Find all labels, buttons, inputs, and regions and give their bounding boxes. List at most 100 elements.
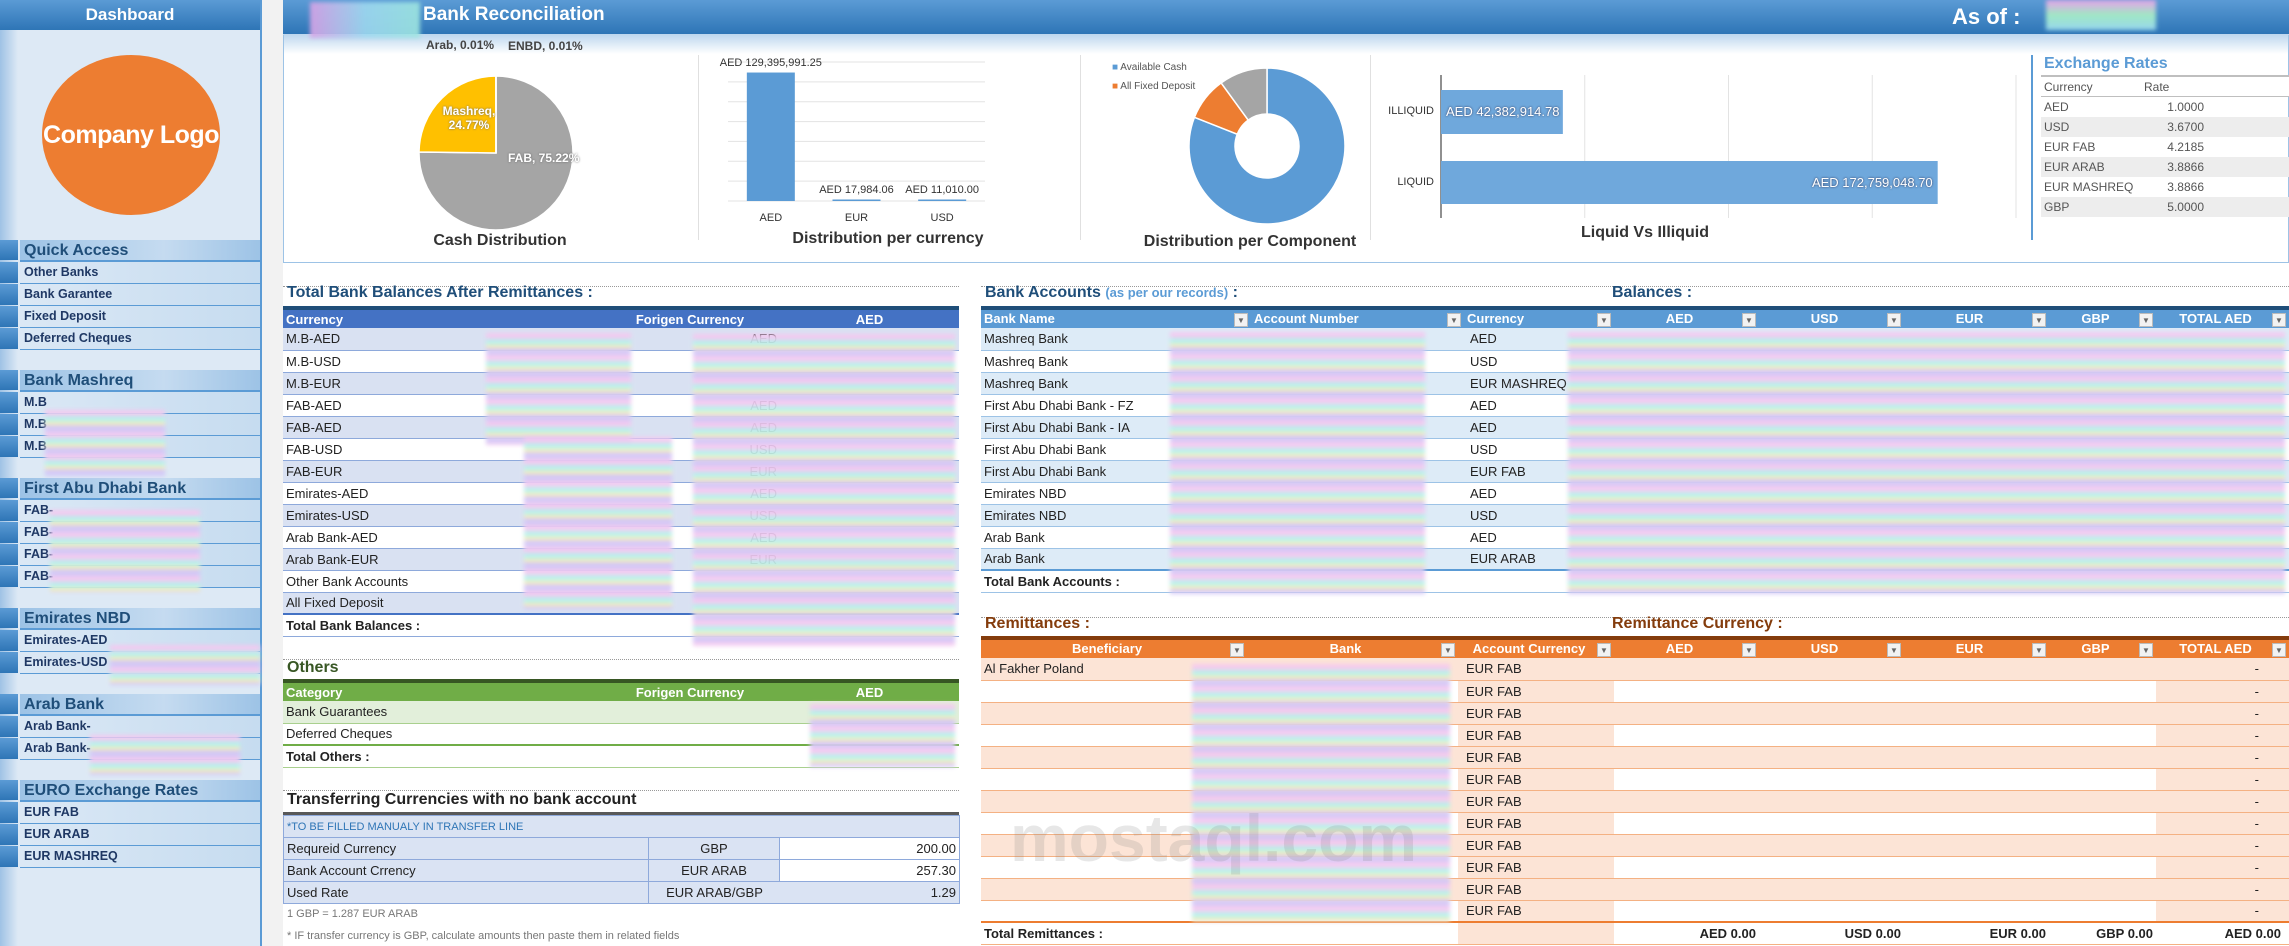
remittance-amount[interactable]	[1904, 856, 2049, 879]
col-eur[interactable]: EUR ▼	[1904, 636, 2049, 658]
remittance-amount[interactable]	[2049, 856, 2156, 879]
filter-dropdown-icon[interactable]: ▼	[1447, 313, 1461, 327]
remittance-amount[interactable]	[2049, 746, 2156, 769]
column-label: Account Currency	[1472, 641, 1586, 656]
remittance-amount[interactable]	[1759, 680, 1904, 703]
remittance-amount[interactable]	[1614, 724, 1759, 747]
remittance-amount[interactable]	[2049, 878, 2156, 901]
col-beneficiary[interactable]: Beneficiary ▼	[981, 636, 1247, 658]
remittance-amount[interactable]	[2049, 724, 2156, 747]
filter-dropdown-icon[interactable]: ▼	[1597, 313, 1611, 327]
remittance-amount[interactable]	[1904, 900, 2049, 923]
filter-dropdown-icon[interactable]: ▼	[1597, 643, 1611, 657]
remittance-amount[interactable]	[2049, 812, 2156, 835]
col-bank[interactable]: Bank ▼	[1247, 636, 1458, 658]
remittance-amount[interactable]	[1904, 680, 2049, 703]
remittance-amount[interactable]	[1904, 834, 2049, 857]
remittance-amount[interactable]	[1759, 812, 1904, 835]
remittance-amount[interactable]	[1904, 768, 2049, 791]
filter-dropdown-icon[interactable]: ▼	[2032, 313, 2046, 327]
remittance-amount[interactable]	[1759, 658, 1904, 681]
col-bank-name[interactable]: Bank Name ▼	[981, 306, 1251, 328]
legend-swatch: ■	[1112, 62, 1119, 73]
remittance-amount[interactable]	[1614, 790, 1759, 813]
filter-dropdown-icon[interactable]: ▼	[1887, 313, 1901, 327]
remittance-amount[interactable]	[2049, 900, 2156, 923]
used-rate: EUR ARAB/GBP 1.29	[648, 881, 960, 904]
remittance-amount[interactable]	[1614, 768, 1759, 791]
filter-dropdown-icon[interactable]: ▼	[1742, 313, 1756, 327]
remittance-amount[interactable]	[1904, 658, 2049, 681]
transfer-amount[interactable]: 200.00	[779, 837, 960, 860]
sidebar-link[interactable]: Bank Garantee	[0, 284, 260, 306]
remittance-amount[interactable]	[2049, 790, 2156, 813]
sidebar: Dashboard Company Logo Quick Access Other…	[0, 0, 262, 946]
col-usd[interactable]: USD ▼	[1759, 306, 1904, 328]
sidebar-link[interactable]: Deferred Cheques	[0, 328, 260, 350]
remittance-amount[interactable]	[1904, 790, 2049, 813]
remittance-amount[interactable]	[1759, 856, 1904, 879]
remittance-amount[interactable]	[1759, 834, 1904, 857]
col-total-aed[interactable]: TOTAL AED ▼	[2156, 636, 2289, 658]
col-aed[interactable]: AED ▼	[1614, 306, 1759, 328]
sidebar-link[interactable]: Other Banks	[0, 262, 260, 284]
remittance-amount[interactable]	[1614, 856, 1759, 879]
total-aed: -	[2156, 680, 2289, 703]
remittance-amount[interactable]	[1614, 900, 1759, 923]
filter-dropdown-icon[interactable]: ▼	[1234, 313, 1248, 327]
remittance-amount[interactable]	[1759, 900, 1904, 923]
remittance-amount[interactable]	[1614, 834, 1759, 857]
legend-swatch: ■	[1112, 81, 1119, 92]
remittance-amount[interactable]	[1759, 724, 1904, 747]
remittance-amount[interactable]	[2049, 702, 2156, 725]
remittance-amount[interactable]	[1614, 878, 1759, 901]
sidebar-link[interactable]: EUR ARAB	[0, 824, 260, 846]
remittance-amount[interactable]	[1904, 746, 2049, 769]
remittance-amount[interactable]	[1759, 746, 1904, 769]
col-usd[interactable]: USD ▼	[1759, 636, 1904, 658]
remittance-amount[interactable]	[1614, 812, 1759, 835]
remittance-amount[interactable]	[1759, 790, 1904, 813]
col-gbp[interactable]: GBP ▼	[2049, 306, 2156, 328]
remittance-amount[interactable]	[1904, 702, 2049, 725]
filter-dropdown-icon[interactable]: ▼	[1230, 643, 1244, 657]
remittance-amount[interactable]	[1904, 812, 2049, 835]
filter-dropdown-icon[interactable]: ▼	[2272, 643, 2286, 657]
category: Bank Guarantees	[283, 701, 600, 724]
col-eur[interactable]: EUR ▼	[1904, 306, 2049, 328]
col-gbp[interactable]: GBP ▼	[2049, 636, 2156, 658]
remittance-amount[interactable]	[2049, 658, 2156, 681]
redacted-balances	[1568, 332, 2285, 594]
filter-dropdown-icon[interactable]: ▼	[1887, 643, 1901, 657]
remittance-amount[interactable]	[1614, 746, 1759, 769]
filter-dropdown-icon[interactable]: ▼	[2139, 313, 2153, 327]
filter-dropdown-icon[interactable]: ▼	[2272, 313, 2286, 327]
column-label: TOTAL AED	[2179, 641, 2252, 656]
sidebar-title: Dashboard	[0, 0, 260, 30]
filter-dropdown-icon[interactable]: ▼	[2139, 643, 2153, 657]
remittance-amount[interactable]	[1759, 702, 1904, 725]
sidebar-link[interactable]: EUR MASHREQ	[0, 846, 260, 868]
col-aed[interactable]: AED ▼	[1614, 636, 1759, 658]
sidebar-link[interactable]: EUR FAB	[0, 802, 260, 824]
remittance-amount[interactable]	[1759, 768, 1904, 791]
divider	[1370, 55, 1371, 240]
remittance-amount[interactable]	[1614, 702, 1759, 725]
col-currency[interactable]: Currency ▼	[1464, 306, 1614, 328]
sidebar-link[interactable]: Fixed Deposit	[0, 306, 260, 328]
remittance-amount[interactable]	[1614, 658, 1759, 681]
filter-dropdown-icon[interactable]: ▼	[1441, 643, 1455, 657]
remittance-amount[interactable]	[1759, 878, 1904, 901]
filter-dropdown-icon[interactable]: ▼	[2032, 643, 2046, 657]
remittance-amount[interactable]	[1904, 724, 2049, 747]
remittance-amount[interactable]	[1904, 878, 2049, 901]
filter-dropdown-icon[interactable]: ▼	[1742, 643, 1756, 657]
remittance-amount[interactable]	[2049, 768, 2156, 791]
remittance-amount[interactable]	[1614, 680, 1759, 703]
col-account-number[interactable]: Account Number ▼	[1251, 306, 1464, 328]
remittance-amount[interactable]	[2049, 680, 2156, 703]
col-account-currency[interactable]: Account Currency ▼	[1458, 636, 1614, 658]
col-total-aed[interactable]: TOTAL AED ▼	[2156, 306, 2289, 328]
pie-label-mashreq: Mashreq, 24.77%	[442, 104, 496, 132]
remittance-amount[interactable]	[2049, 834, 2156, 857]
